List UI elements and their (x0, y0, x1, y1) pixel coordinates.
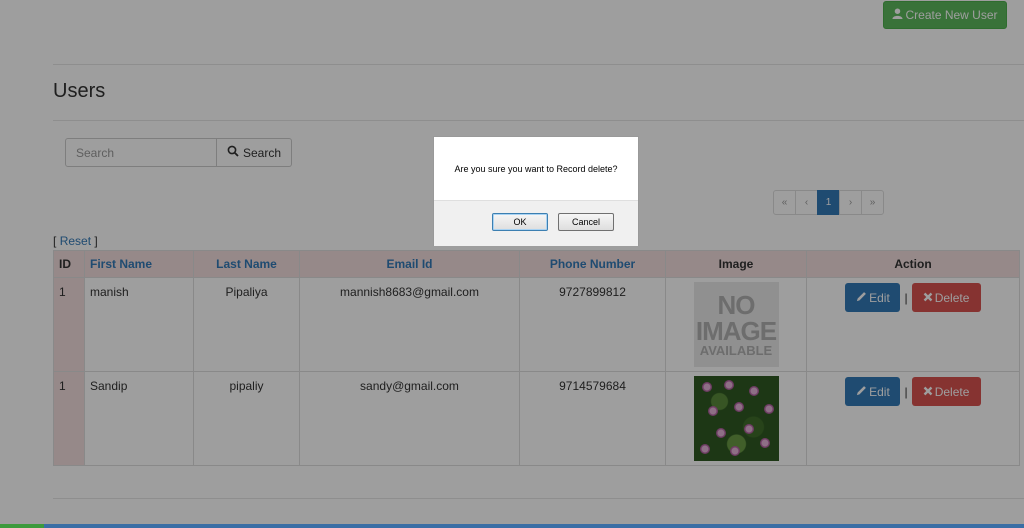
ok-button[interactable]: OK (492, 213, 548, 231)
modal-backdrop[interactable] (0, 0, 1024, 528)
taskbar-edge (0, 524, 1024, 528)
cancel-button[interactable]: Cancel (558, 213, 614, 231)
confirm-message: Are you sure you want to Record delete? (454, 163, 618, 174)
confirm-dialog: Are you sure you want to Record delete? … (433, 136, 639, 246)
dialog-button-bar: OK Cancel (434, 200, 638, 246)
